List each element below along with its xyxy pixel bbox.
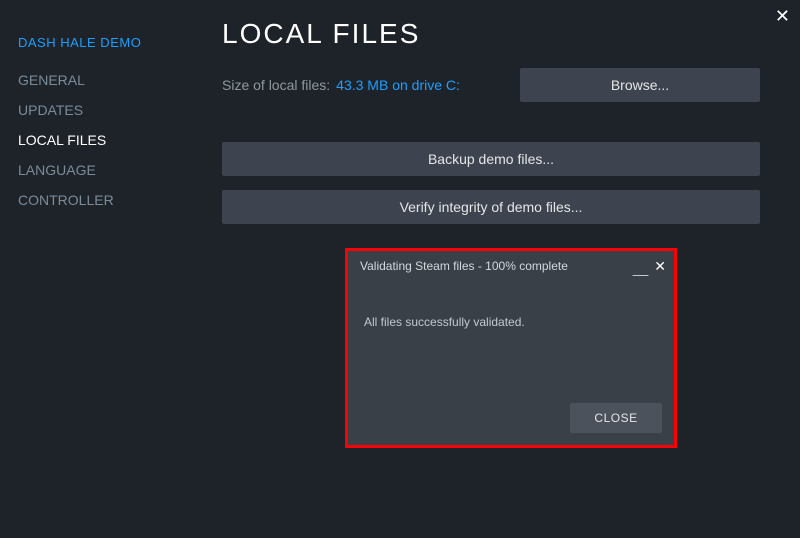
- browse-button[interactable]: Browse...: [520, 68, 760, 102]
- size-row: Size of local files: 43.3 MB on drive C:…: [222, 68, 760, 102]
- size-label: Size of local files:: [222, 77, 330, 93]
- validation-dialog: Validating Steam files - 100% complete _…: [348, 251, 674, 445]
- dialog-title: Validating Steam files - 100% complete: [360, 259, 568, 273]
- backup-button[interactable]: Backup demo files...: [222, 142, 760, 176]
- dialog-close-button[interactable]: CLOSE: [570, 403, 662, 433]
- sidebar-item-updates[interactable]: UPDATES: [18, 102, 200, 118]
- sidebar-item-local-files[interactable]: LOCAL FILES: [18, 132, 200, 148]
- dialog-titlebar[interactable]: Validating Steam files - 100% complete _…: [348, 251, 674, 281]
- dialog-message: All files successfully validated.: [364, 315, 525, 329]
- app-title: DASH HALE DEMO: [18, 35, 200, 50]
- size-value: 43.3 MB on drive C:: [336, 77, 460, 93]
- dialog-footer: CLOSE: [348, 393, 674, 445]
- page-title: LOCAL FILES: [222, 18, 760, 50]
- sidebar: DASH HALE DEMO GENERAL UPDATES LOCAL FIL…: [0, 0, 200, 538]
- sidebar-item-language[interactable]: LANGUAGE: [18, 162, 200, 178]
- dialog-close-icon[interactable]: ✕: [654, 258, 666, 275]
- dialog-body: All files successfully validated.: [348, 281, 674, 393]
- sidebar-item-general[interactable]: GENERAL: [18, 72, 200, 88]
- minimize-icon[interactable]: __: [633, 260, 649, 276]
- close-icon[interactable]: ✕: [775, 6, 790, 27]
- sidebar-item-controller[interactable]: CONTROLLER: [18, 192, 200, 208]
- verify-button[interactable]: Verify integrity of demo files...: [222, 190, 760, 224]
- validation-dialog-highlight: Validating Steam files - 100% complete _…: [345, 248, 677, 448]
